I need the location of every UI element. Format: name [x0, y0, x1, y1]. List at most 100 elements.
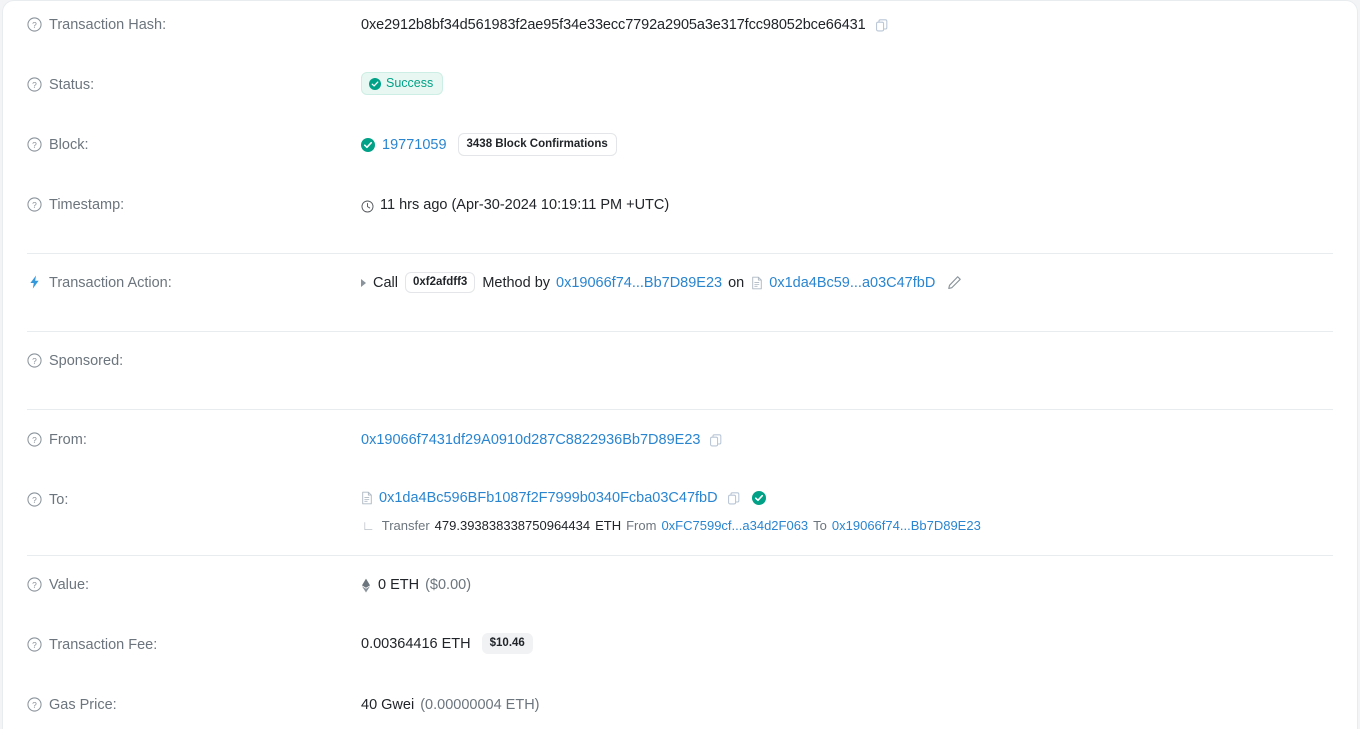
copy-icon[interactable] — [727, 491, 741, 506]
tree-connector-icon: ∟ — [362, 518, 375, 533]
label-transaction-hash: ? Transaction Hash: — [27, 15, 361, 35]
row-transaction-hash: ? Transaction Hash: 0xe2912b8bf34d561983… — [3, 15, 1357, 55]
action-method-by-text: Method by — [482, 274, 551, 291]
row-sponsored: ? Sponsored: — [3, 351, 1357, 391]
label-gas-price: ? Gas Price: — [27, 695, 361, 715]
svg-text:?: ? — [32, 200, 37, 210]
lightning-bolt-icon — [27, 274, 42, 290]
row-value: ? Value: 0 ETH ($0.00) — [3, 575, 1357, 615]
transfer-prefix: Transfer — [381, 518, 430, 533]
timestamp-value: 11 hrs ago (Apr-30-2024 10:19:11 PM +UTC… — [380, 197, 670, 213]
value-transaction-hash: 0xe2912b8bf34d561983f2ae95f34e33ecc7792a… — [361, 15, 1333, 35]
transfer-to-address-link[interactable]: 0x19066f74...Bb7D89E23 — [832, 517, 981, 535]
label-text: Transaction Action: — [49, 275, 172, 291]
to-address-link[interactable]: 0x1da4Bc596BFb1087f2F7999b0340Fcba03C47f… — [379, 490, 718, 506]
label-text: Block: — [49, 137, 89, 153]
svg-text:?: ? — [32, 140, 37, 150]
transfer-from-text: From — [626, 518, 657, 533]
value-gas-price: 40 Gwei (0.00000004 ETH) — [361, 695, 1333, 715]
clock-icon — [361, 199, 374, 212]
help-icon[interactable]: ? — [27, 432, 42, 447]
label-text: Transaction Fee: — [49, 637, 158, 653]
value-fiat: ($0.00) — [425, 577, 472, 593]
label-text: From: — [49, 432, 87, 448]
svg-text:?: ? — [32, 640, 37, 650]
transaction-details-page: ? Transaction Hash: 0xe2912b8bf34d561983… — [0, 0, 1360, 729]
transaction-fee-fiat-badge: $10.46 — [481, 633, 533, 654]
label-sponsored: ? Sponsored: — [27, 351, 361, 371]
label-text: Transaction Hash: — [49, 17, 167, 33]
row-timestamp: ? Timestamp: 11 hrs ago (Apr-30-2024 10:… — [3, 195, 1357, 235]
help-icon[interactable]: ? — [27, 197, 42, 212]
transfer-from-address-link[interactable]: 0xFC7599cf...a34d2F063 — [661, 517, 808, 535]
contract-verified-icon — [751, 491, 766, 505]
value-from: 0x19066f7431df29A0910d287C8822936Bb7D89E… — [361, 430, 1333, 450]
edit-pencil-icon[interactable] — [947, 275, 962, 290]
help-icon[interactable]: ? — [27, 137, 42, 152]
value-amount: 0 ETH — [378, 577, 420, 593]
transaction-hash-value: 0xe2912b8bf34d561983f2ae95f34e33ecc7792a… — [361, 17, 866, 33]
action-on-address-link[interactable]: 0x1da4Bc59...a03C47fbD — [769, 273, 935, 293]
help-icon[interactable]: ? — [27, 77, 42, 92]
value-timestamp: 11 hrs ago (Apr-30-2024 10:19:11 PM +UTC… — [361, 195, 1333, 215]
contract-document-icon — [361, 491, 373, 505]
help-icon[interactable]: ? — [27, 17, 42, 32]
row-block: ? Block: 19771059 3438 Block Confirmatio… — [3, 133, 1357, 175]
from-address-link[interactable]: 0x19066f7431df29A0910d287C8822936Bb7D89E… — [361, 430, 700, 450]
label-text: To: — [49, 492, 69, 508]
label-transaction-action: Transaction Action: — [27, 273, 361, 293]
chevron-right-icon[interactable] — [361, 278, 366, 287]
status-badge-label: Success — [386, 76, 434, 90]
svg-text:?: ? — [32, 700, 37, 710]
label-text: Gas Price: — [49, 697, 117, 713]
help-icon[interactable]: ? — [27, 353, 42, 368]
help-icon[interactable]: ? — [27, 492, 42, 507]
action-by-address-link[interactable]: 0x19066f74...Bb7D89E23 — [556, 273, 722, 293]
label-timestamp: ? Timestamp: — [27, 195, 361, 215]
label-text: Sponsored: — [49, 353, 124, 369]
svg-text:?: ? — [32, 495, 37, 505]
copy-icon[interactable] — [709, 433, 723, 448]
row-status: ? Status: Success — [3, 72, 1357, 115]
value-transaction-action: Call 0xf2afdff3 Method by 0x19066f74...B… — [361, 272, 1333, 293]
help-icon[interactable]: ? — [27, 697, 42, 712]
to-transfer-line: ∟ Transfer 479.393838338750964434 ETH Fr… — [361, 517, 1333, 535]
value-value: 0 ETH ($0.00) — [361, 575, 1333, 595]
label-to: ? To: — [27, 490, 361, 510]
to-address-line: 0x1da4Bc596BFb1087f2F7999b0340Fcba03C47f… — [361, 490, 1333, 506]
block-number-link[interactable]: 19771059 — [382, 135, 447, 155]
row-gas-price: ? Gas Price: 40 Gwei (0.00000004 ETH) — [3, 695, 1357, 729]
label-text: Timestamp: — [49, 197, 125, 213]
label-status: ? Status: — [27, 75, 361, 95]
contract-document-icon — [751, 276, 763, 290]
transfer-unit: ETH — [595, 518, 622, 533]
transaction-fee-amount: 0.00364416 ETH — [361, 635, 471, 652]
label-from: ? From: — [27, 430, 361, 450]
row-transaction-fee: ? Transaction Fee: 0.00364416 ETH $10.46 — [3, 633, 1357, 675]
help-icon[interactable]: ? — [27, 637, 42, 652]
svg-text:?: ? — [32, 80, 37, 90]
svg-text:?: ? — [32, 435, 37, 445]
action-on-text: on — [728, 274, 745, 291]
transfer-amount: 479.393838338750964434 — [434, 518, 591, 533]
value-block: 19771059 3438 Block Confirmations — [361, 133, 1333, 156]
row-from: ? From: 0x19066f7431df29A0910d287C882293… — [3, 430, 1357, 470]
help-icon[interactable]: ? — [27, 577, 42, 592]
value-status: Success — [361, 72, 1333, 95]
copy-icon[interactable] — [875, 18, 889, 33]
method-badge: 0xf2afdff3 — [404, 272, 476, 293]
gas-price-amount: 40 Gwei — [361, 697, 415, 713]
block-confirmations-badge: 3438 Block Confirmations — [457, 133, 617, 156]
label-value: ? Value: — [27, 575, 361, 595]
svg-text:?: ? — [32, 580, 37, 590]
label-text: Status: — [49, 77, 95, 93]
action-call-text: Call — [373, 274, 398, 291]
row-transaction-action: Transaction Action: Call 0xf2afdff3 Meth… — [3, 272, 1357, 313]
transfer-to-text: To — [813, 518, 827, 533]
status-badge: Success — [361, 72, 444, 95]
label-transaction-fee: ? Transaction Fee: — [27, 635, 361, 655]
label-text: Value: — [49, 577, 90, 593]
ethereum-icon — [361, 578, 371, 593]
block-confirmed-icon — [361, 137, 375, 152]
svg-text:?: ? — [32, 356, 37, 366]
